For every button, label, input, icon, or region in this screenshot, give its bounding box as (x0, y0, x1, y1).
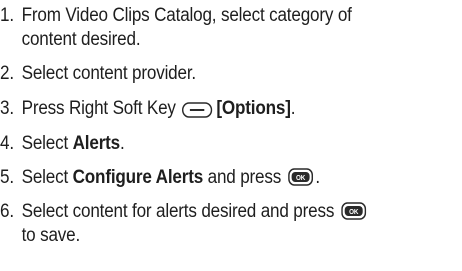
step-number: 2. (0, 63, 14, 84)
step-2: 2. Select content provider. (0, 62, 403, 86)
ok-key-icon: OK (288, 168, 314, 186)
step-number: 4. (0, 133, 14, 154)
step-suffix: . (290, 98, 296, 119)
step-text: Press Right Soft Key (21, 98, 176, 119)
step-1: 1. From Video Clips Catalog, select categ… (0, 4, 403, 52)
step-text-middle: and press (203, 167, 282, 188)
step-bold-text: [Options] (216, 98, 291, 119)
step-bold-text: Configure Alerts (72, 167, 204, 188)
step-text: From Video Clips Catalog, select categor… (21, 5, 352, 26)
step-6: 6. Select content for alerts desired and … (0, 200, 403, 248)
step-5: 5. Select Configure Alerts and press OK . (0, 166, 403, 190)
step-suffix: . (120, 133, 125, 154)
step-text: Select (21, 167, 73, 188)
step-text-continued: content desired. (21, 29, 141, 50)
right-soft-key-icon (182, 101, 213, 118)
ok-key-label: OK (296, 175, 305, 182)
step-number: 5. (0, 167, 14, 188)
step-number: 3. (0, 98, 14, 119)
step-number: 6. (0, 201, 14, 222)
step-number: 1. (0, 5, 14, 26)
step-text: Select content provider. (21, 63, 197, 84)
ok-key-icon: OK (341, 202, 367, 220)
step-suffix: . (315, 167, 321, 188)
step-text-continued: to save. (21, 225, 81, 246)
ok-key-label: OK (350, 209, 359, 216)
instruction-steps: 1. From Video Clips Catalog, select categ… (0, 0, 462, 271)
step-text: Select (21, 133, 73, 154)
step-4: 4. Select Alerts. (0, 132, 403, 156)
step-3: 3. Press Right Soft Key [Options]. (0, 97, 403, 121)
step-bold-text: Alerts (72, 133, 121, 154)
step-text: Select content for alerts desired and pr… (21, 201, 335, 222)
